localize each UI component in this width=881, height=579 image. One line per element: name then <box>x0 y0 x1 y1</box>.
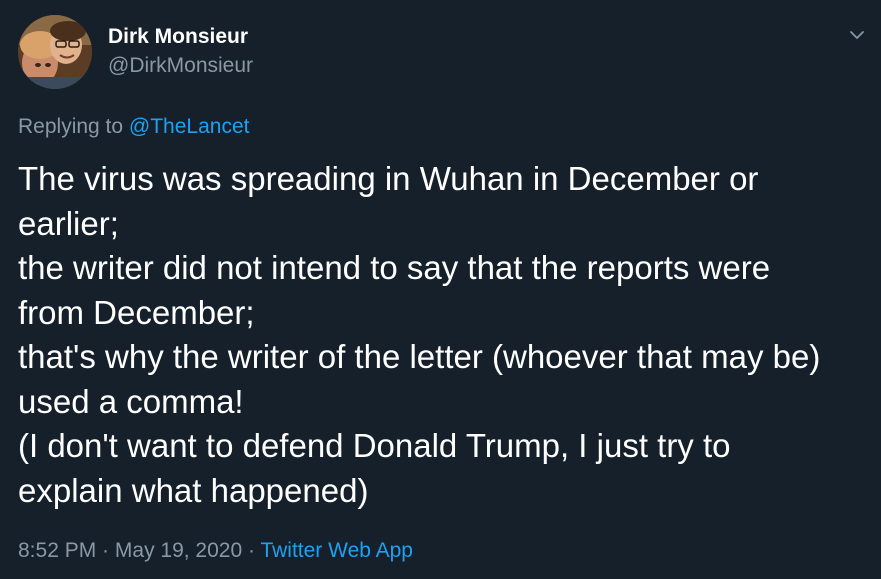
tweet-text-line: the writer did not intend to say that th… <box>18 249 771 286</box>
tweet-text: The virus was spreading in Wuhan in Dece… <box>18 157 868 513</box>
tweet-source-link[interactable]: Twitter Web App <box>260 539 413 562</box>
tweet-date[interactable]: May 19, 2020 <box>115 539 242 562</box>
reply-context: Replying to @TheLancet <box>18 114 249 140</box>
tweet-text-line: used a comma! <box>18 382 244 420</box>
tweet-text-line: from December; <box>18 293 255 331</box>
meta-separator: · <box>242 539 261 562</box>
tweet-time[interactable]: 8:52 PM <box>18 539 96 562</box>
tweet-text-line: The virus was spreading in Wuhan in Dece… <box>18 160 759 197</box>
more-options-button[interactable] <box>842 20 872 50</box>
tweet-text-line: (I don't want to defend Donald Trump, I … <box>18 427 731 464</box>
avatar[interactable] <box>18 15 92 89</box>
tweet-text-line: explain what happened) <box>18 471 369 509</box>
reply-mention-link[interactable]: @TheLancet <box>129 115 250 138</box>
avatar-photo <box>18 15 92 89</box>
tweet-card: Dirk Monsieur @DirkMonsieur Replying to … <box>0 0 881 579</box>
tweet-text-line: earlier; <box>18 204 119 242</box>
reply-prefix: Replying to <box>18 115 129 138</box>
chevron-down-icon <box>850 31 864 39</box>
tweet-meta: 8:52 PM · May 19, 2020 · Twitter Web App <box>18 538 413 564</box>
tweet-text-line: that's why the writer of the letter (who… <box>18 338 821 375</box>
author-display-name[interactable]: Dirk Monsieur <box>108 24 248 50</box>
author-handle[interactable]: @DirkMonsieur <box>108 53 253 79</box>
meta-separator: · <box>96 539 115 562</box>
